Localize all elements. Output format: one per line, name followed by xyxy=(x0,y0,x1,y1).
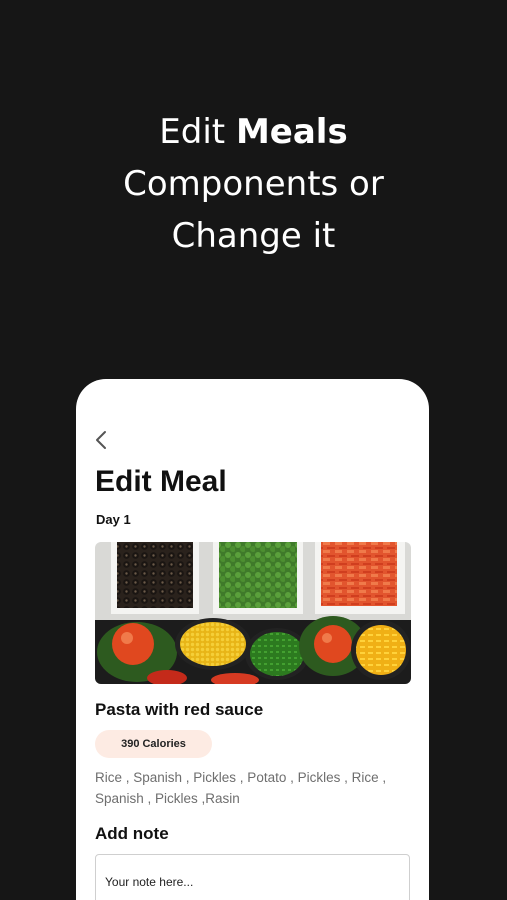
headline-line-1: Edit Meals xyxy=(0,106,507,158)
back-button[interactable] xyxy=(90,429,112,451)
chevron-left-icon xyxy=(96,431,106,449)
meal-image xyxy=(95,542,411,684)
add-note-label: Add note xyxy=(95,824,169,843)
note-input[interactable]: Your note here... xyxy=(95,854,410,900)
headline-line-2: Components or xyxy=(123,164,384,204)
phone-screen: Edit Meal Day 1 Pasta with red sauce 390… xyxy=(76,379,429,900)
calories-badge: 390 Calories xyxy=(95,730,212,758)
day-label: Day 1 xyxy=(96,512,131,527)
headline-bold-text: Meals xyxy=(235,112,348,152)
meal-name: Pasta with red sauce xyxy=(95,700,264,719)
headline-normal-text: Edit xyxy=(159,112,236,152)
ingredients-list: Rice , Spanish , Pickles , Potato , Pick… xyxy=(95,770,387,806)
meal-photo xyxy=(95,542,411,684)
page-title: Edit Meal xyxy=(95,465,227,498)
headline-line-3: Change it xyxy=(171,216,336,256)
headline: Edit Meals Components or Change it xyxy=(0,106,507,262)
